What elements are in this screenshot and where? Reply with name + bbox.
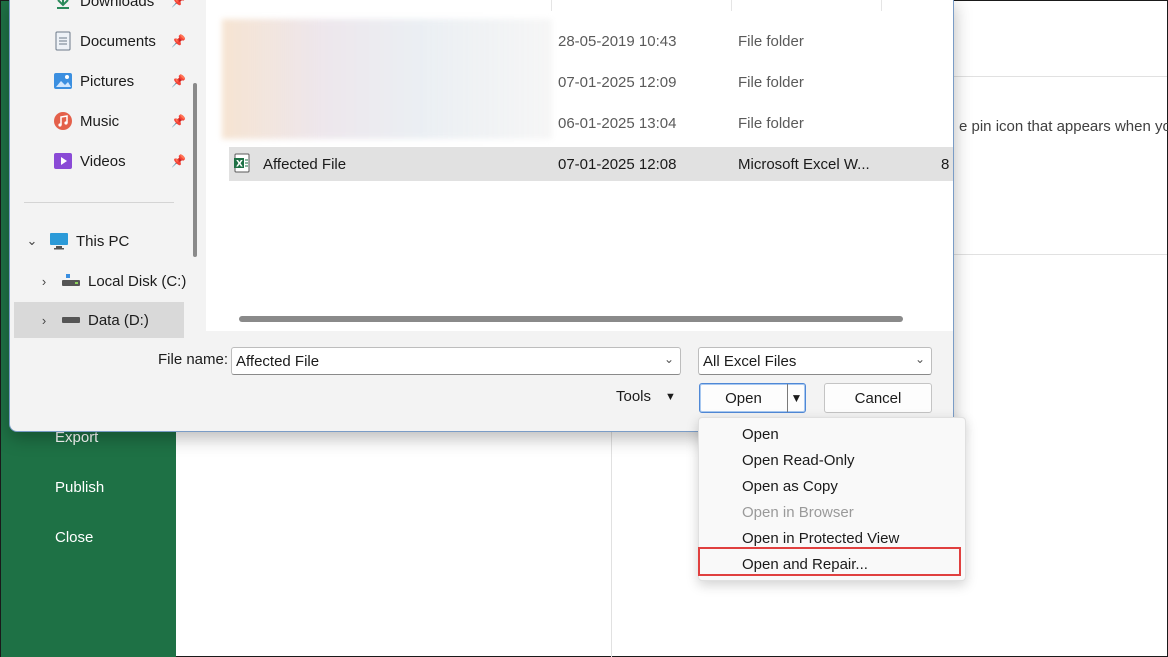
nav-separator — [24, 202, 174, 203]
file-type: File folder — [738, 74, 804, 91]
menu-item-open-in-browser: Open in Browser — [742, 503, 854, 521]
chevron-down-icon[interactable]: ⌄ — [664, 352, 674, 366]
file-name-label: File name: — [158, 351, 229, 368]
file-date: 28-05-2019 10:43 — [558, 33, 677, 50]
open-options-arrow-icon[interactable]: ▼ — [787, 384, 805, 412]
cancel-button[interactable]: Cancel — [824, 383, 932, 413]
download-icon — [52, 0, 74, 11]
file-row[interactable]: 06-01-2025 13:04 File folder — [229, 106, 953, 140]
file-name-combobox[interactable]: Affected File ⌄ — [231, 347, 681, 375]
nav-item-videos[interactable]: Videos 📌 — [14, 145, 186, 177]
file-date: 07-01-2025 12:09 — [558, 74, 677, 91]
file-size: 8 — [941, 156, 950, 173]
file-date: 07-01-2025 12:08 — [558, 156, 677, 173]
backstage-hint-text: e pin icon that appears when you — [959, 118, 1168, 135]
file-row-affected-file[interactable]: X Affected File 07-01-2025 12:08 Microso… — [229, 147, 953, 181]
nav-item-label: Data (D:) — [88, 311, 149, 329]
nav-item-label: Music — [80, 112, 120, 130]
nav-item-music[interactable]: Music 📌 — [14, 105, 186, 137]
file-type-value: All Excel Files — [703, 352, 797, 370]
nav-item-label: Videos — [80, 152, 126, 170]
pin-icon[interactable]: 📌 — [171, 114, 186, 128]
file-list-horizontal-scrollbar[interactable] — [239, 316, 903, 322]
caret-down-icon: ▼ — [665, 390, 676, 403]
file-date: 06-01-2025 13:04 — [558, 115, 677, 132]
svg-text:X: X — [236, 160, 243, 170]
file-type-select[interactable]: All Excel Files ⌄ — [698, 347, 932, 375]
chevron-right-icon[interactable]: › — [36, 274, 52, 289]
drive-icon — [60, 271, 82, 291]
column-divider[interactable] — [551, 0, 552, 11]
file-name: Affected File — [263, 156, 347, 173]
nav-item-local-disk-c[interactable]: › Local Disk (C:) — [14, 265, 190, 297]
nav-item-label: Pictures — [80, 72, 135, 90]
pin-icon[interactable]: 📌 — [171, 154, 186, 168]
pin-icon[interactable]: 📌 — [171, 74, 186, 88]
menu-item-open-in-protected-view[interactable]: Open in Protected View — [742, 525, 899, 551]
file-list: 28-05-2019 10:43 File folder 07-01-2025 … — [206, 0, 953, 331]
backstage-item-publish[interactable]: Publish — [55, 479, 104, 496]
menu-item-open-as-copy[interactable]: Open as Copy — [742, 473, 838, 499]
file-row[interactable]: 07-01-2025 12:09 File folder — [229, 65, 953, 99]
nav-item-label: Documents — [80, 32, 156, 50]
tools-label: Tools — [616, 388, 652, 405]
videos-icon — [52, 151, 74, 171]
backstage-divider — [953, 254, 1167, 255]
file-type: File folder — [738, 33, 804, 50]
menu-item-open-read-only[interactable]: Open Read-Only — [742, 447, 855, 473]
music-icon — [52, 111, 74, 131]
file-type: File folder — [738, 115, 804, 132]
navigation-pane: Downloads 📌 Documents 📌 Pictures 📌 Music… — [10, 0, 206, 338]
open-file-dialog: Downloads 📌 Documents 📌 Pictures 📌 Music… — [9, 0, 954, 432]
file-type: Microsoft Excel W... — [738, 156, 870, 173]
nav-item-documents[interactable]: Documents 📌 — [14, 25, 186, 57]
column-divider[interactable] — [731, 0, 732, 11]
column-divider[interactable] — [881, 0, 882, 11]
menu-item-open-and-repair[interactable]: Open and Repair... — [742, 551, 868, 577]
chevron-right-icon[interactable]: › — [36, 313, 52, 328]
pin-icon[interactable]: 📌 — [171, 34, 186, 48]
nav-item-label: This PC — [76, 232, 130, 250]
file-row[interactable]: 28-05-2019 10:43 File folder — [229, 24, 953, 58]
nav-pane-scrollbar[interactable] — [193, 83, 197, 257]
drive-icon — [60, 310, 82, 330]
open-button-label: Open — [725, 389, 762, 407]
pictures-icon — [52, 71, 74, 91]
nav-item-pictures[interactable]: Pictures 📌 — [14, 65, 186, 97]
nav-item-downloads[interactable]: Downloads 📌 — [14, 0, 186, 17]
chevron-down-icon[interactable]: ⌄ — [24, 233, 40, 249]
nav-item-this-pc[interactable]: ⌄ This PC — [14, 225, 186, 257]
backstage-divider — [611, 431, 612, 657]
file-name-input[interactable]: Affected File — [236, 353, 319, 370]
backstage-divider — [953, 76, 1167, 77]
nav-item-label: Downloads — [80, 0, 155, 10]
nav-item-data-d[interactable]: › Data (D:) — [14, 302, 184, 338]
tools-menu-button[interactable]: Tools ▼ — [616, 388, 676, 405]
documents-icon — [52, 31, 74, 51]
chevron-down-icon[interactable]: ⌄ — [915, 352, 925, 366]
backstage-item-close[interactable]: Close — [55, 529, 93, 546]
menu-item-open[interactable]: Open — [742, 421, 779, 447]
cancel-button-label: Cancel — [854, 389, 902, 407]
open-options-menu: Open Open Read-Only Open as Copy Open in… — [698, 417, 966, 581]
computer-icon — [48, 231, 70, 251]
excel-file-icon: X — [234, 153, 252, 177]
nav-item-label: Local Disk (C:) — [88, 272, 187, 290]
open-split-button[interactable]: Open ▼ — [699, 383, 806, 413]
pin-icon[interactable]: 📌 — [171, 0, 186, 8]
